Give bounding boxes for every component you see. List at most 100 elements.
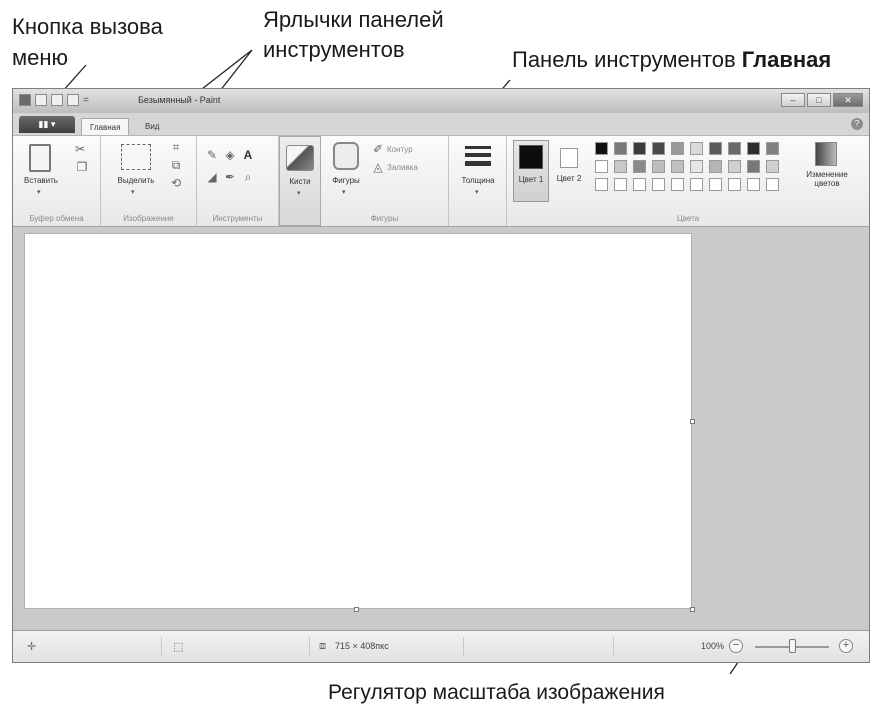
color2-label: Цвет 2 [556,174,582,183]
palette-color-swatch[interactable] [652,142,665,155]
palette-color-swatch[interactable] [614,160,627,173]
selection-size-icon: ⬚ [173,641,184,653]
outline-button-label[interactable]: Контур [387,145,413,154]
palette-color-swatch[interactable] [728,142,741,155]
palette-color-swatch[interactable] [595,160,608,173]
resize-handle-bottom[interactable] [354,607,359,612]
redo-icon[interactable] [67,94,79,106]
shapes-button-label[interactable]: Фигуры [323,176,369,185]
palette-color-swatch[interactable] [747,160,760,173]
minimize-button[interactable]: – [781,93,805,107]
title-bar: = Безымянный - Paint – □ ✕ [13,89,869,113]
fill-icon[interactable]: ◈ [223,148,237,162]
size-button-label[interactable]: Толщина [449,176,507,185]
color-picker-icon[interactable]: ✒ [223,170,237,184]
save-icon[interactable] [35,94,47,106]
eraser-icon[interactable]: ◢ [205,170,219,184]
undo-icon[interactable] [51,94,63,106]
palette-color-swatch[interactable] [633,160,646,173]
palette-color-swatch[interactable] [709,142,722,155]
palette-color-swatch[interactable] [747,178,760,191]
magnifier-icon[interactable]: ⌕ [241,170,255,184]
size-line-icon-1[interactable] [465,146,491,149]
size-line-icon-2[interactable] [465,153,491,157]
zoom-slider-thumb[interactable] [789,639,796,653]
crop-icon[interactable]: ⌗ [169,140,183,154]
status-separator [463,637,464,657]
paste-button-label[interactable]: Вставить [17,176,65,185]
palette-color-swatch[interactable] [766,142,779,155]
app-icon[interactable] [19,94,31,106]
zoom-level-text: 100% [701,641,725,651]
callout-home-toolbar-bold: Главная [741,47,832,72]
resize-handle-right[interactable] [690,419,695,424]
palette-color-swatch[interactable] [652,178,665,191]
text-icon[interactable]: A [241,148,255,162]
palette-color-swatch[interactable] [690,142,703,155]
fill-shape-button-label[interactable]: Заливка [387,163,418,172]
shapes-group-label: Фигуры [370,214,399,223]
palette-color-swatch[interactable] [728,178,741,191]
brushes-button[interactable]: Кисти ▾ [279,136,321,226]
customize-qat-icon[interactable]: = [83,95,89,106]
tab-home[interactable]: Главная [81,118,130,135]
size-line-icon-3[interactable] [465,161,491,166]
palette-color-swatch[interactable] [595,142,608,155]
clipboard-group-label: Буфер обмена [29,214,84,223]
palette-color-swatch[interactable] [747,142,760,155]
help-icon[interactable]: ? [851,118,863,130]
paste-dropdown-icon[interactable]: ▾ [37,188,41,196]
size-dropdown-icon[interactable]: ▾ [475,188,479,196]
palette-color-swatch[interactable] [728,160,741,173]
rotate-icon[interactable]: ⟲ [169,176,183,190]
copy-icon[interactable]: ❐ [75,160,89,174]
status-separator [309,637,310,657]
color2-button[interactable]: Цвет 2 [555,140,585,202]
drawing-canvas[interactable] [24,233,692,609]
ribbon-tabs: ▮▮ ▾ Главная Вид ? [13,113,869,135]
maximize-button[interactable]: □ [807,93,831,107]
pencil-icon[interactable]: ✎ [205,148,219,162]
palette-color-swatch[interactable] [709,160,722,173]
shapes-dropdown-icon[interactable]: ▾ [342,188,346,196]
palette-color-swatch[interactable] [671,142,684,155]
palette-color-swatch[interactable] [690,160,703,173]
paint-menu-button[interactable]: ▮▮ ▾ [19,116,75,133]
palette-color-swatch[interactable] [766,160,779,173]
palette-color-swatch[interactable] [671,160,684,173]
palette-color-swatch[interactable] [614,142,627,155]
zoom-out-button[interactable]: − [729,639,743,653]
color1-button[interactable]: Цвет 1 [513,140,549,202]
palette-color-swatch[interactable] [614,178,627,191]
select-button-label[interactable]: Выделить [107,176,165,185]
edit-colors-icon[interactable] [815,142,837,166]
clipboard-group: Вставить ▾ ✂ ❐ Буфер обмена [13,136,101,226]
select-icon[interactable] [121,144,151,170]
outline-icon[interactable]: ✐ [371,142,385,156]
close-button[interactable]: ✕ [833,93,863,107]
image-group: Выделить ▾ ⌗ ⧉ ⟲ Изображение [101,136,197,226]
colors-group: Цвет 1 Цвет 2 Изменение цветов Цвета [507,136,869,226]
cut-icon[interactable]: ✂ [73,142,87,156]
zoom-in-button[interactable]: + [839,639,853,653]
palette-color-swatch[interactable] [671,178,684,191]
window-title: Безымянный - Paint [138,95,221,105]
paste-icon[interactable] [29,144,51,172]
palette-color-swatch[interactable] [766,178,779,191]
edit-colors-label[interactable]: Изменение цветов [801,170,853,188]
callout-home-toolbar: Панель инструментов Главная [512,47,831,73]
resize-icon[interactable]: ⧉ [169,158,183,172]
tab-view[interactable]: Вид [137,118,167,135]
palette-color-swatch[interactable] [633,142,646,155]
callout-tabs: Ярлычки панелей инструментов [263,7,444,63]
palette-color-swatch[interactable] [709,178,722,191]
fill-shape-icon[interactable]: ◬ [371,160,385,174]
shapes-gallery-icon[interactable] [333,142,359,170]
resize-handle-corner[interactable] [690,607,695,612]
brushes-dropdown-icon: ▾ [297,190,301,197]
palette-color-swatch[interactable] [652,160,665,173]
palette-color-swatch[interactable] [633,178,646,191]
palette-color-swatch[interactable] [690,178,703,191]
select-dropdown-icon[interactable]: ▾ [131,188,135,196]
palette-color-swatch[interactable] [595,178,608,191]
